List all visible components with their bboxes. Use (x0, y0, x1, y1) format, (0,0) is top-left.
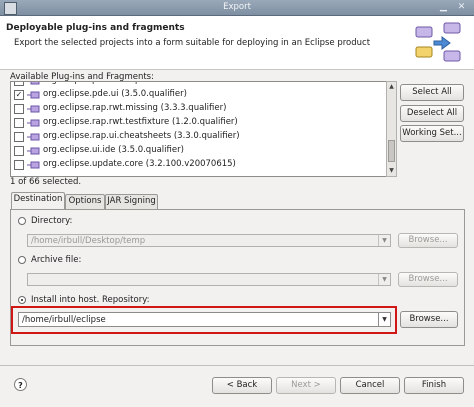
page-description: Export the selected projects into a form… (14, 38, 371, 48)
checkbox[interactable] (14, 82, 24, 86)
directory-value: /home/irbull/Desktop/temp (31, 236, 146, 246)
list-item[interactable]: org.eclipse.rap.ui.cheatsheets (3.3.0.qu… (14, 130, 374, 144)
title-bar: Export ▁ ✕ (0, 0, 474, 16)
help-icon[interactable]: ? (14, 378, 27, 391)
directory-browse-button[interactable]: Browse... (398, 233, 458, 248)
plugin-icon (27, 147, 40, 155)
repository-radio[interactable] (18, 296, 26, 304)
checkbox[interactable] (14, 118, 24, 128)
plugin-icon (27, 161, 40, 169)
list-item-label: org.eclipse.rap.ui.cheatsheets (3.3.0.qu… (43, 131, 240, 141)
plugin-icon (27, 119, 40, 127)
close-icon[interactable]: ✕ (456, 2, 467, 12)
list-item[interactable]: ✓ org.eclipse.pde.ui (3.5.0.qualifier) (14, 88, 374, 102)
plugin-export-icon (415, 22, 461, 62)
list-item-label: org.eclipse.rap.rwt.testfixture (1.2.0.q… (43, 117, 238, 127)
repository-label: Install into host. Repository: (31, 295, 150, 305)
plugin-icon (27, 133, 40, 141)
list-item[interactable]: org.eclipse.rap.rwt.missing (3.3.3.quali… (14, 102, 374, 116)
repository-browse-button[interactable]: Browse... (400, 311, 458, 328)
back-button[interactable]: < Back (212, 377, 272, 394)
next-button[interactable]: Next > (276, 377, 336, 394)
list-item[interactable]: org.eclipse.ui.ide (3.5.0.qualifier) (14, 144, 374, 158)
tab-options[interactable]: Options (65, 194, 105, 209)
select-all-button[interactable]: Select All (400, 84, 464, 101)
chevron-down-icon[interactable]: ▼ (378, 274, 390, 285)
checkbox[interactable] (14, 132, 24, 142)
deselect-all-button[interactable]: Deselect All (400, 105, 464, 122)
directory-combo[interactable]: /home/irbull/Desktop/temp ▼ (27, 234, 391, 247)
list-item-label: org.eclipse.pde.ui (3.5.0.qualifier) (43, 89, 187, 99)
wizard-header: Deployable plug-ins and fragments Export… (0, 16, 474, 70)
list-scrollbar[interactable]: ▲ ▼ (386, 81, 397, 177)
minimize-icon[interactable]: ▁ (438, 2, 449, 12)
page-title: Deployable plug-ins and fragments (6, 23, 185, 33)
plugin-icon (27, 105, 40, 113)
list-item-label: org.eclipse.rap.rwt.missing (3.3.3.quali… (43, 103, 227, 113)
archive-combo[interactable]: ▼ (27, 273, 391, 286)
footer-divider (0, 365, 474, 366)
checkbox-checked[interactable]: ✓ (14, 90, 24, 100)
list-item[interactable]: org.eclipse.update.core (3.2.100.v200706… (14, 158, 374, 172)
checkbox[interactable] (14, 104, 24, 114)
highlight-box (11, 306, 397, 334)
archive-label: Archive file: (31, 255, 82, 265)
scroll-down-icon[interactable]: ▼ (387, 166, 396, 175)
selection-count: 1 of 66 selected. (10, 177, 82, 187)
directory-radio[interactable] (18, 217, 26, 225)
tab-destination[interactable]: Destination (11, 192, 65, 210)
cancel-button[interactable]: Cancel (340, 377, 400, 394)
list-item[interactable]: org.eclipse.pde.core.qualifier (14, 82, 374, 88)
plugins-list[interactable]: org.eclipse.pde.core.qualifier ✓ org.ecl… (10, 81, 387, 177)
list-item[interactable]: org.eclipse.rap.rwt.testfixture (1.2.0.q… (14, 116, 374, 130)
directory-label: Directory: (31, 216, 73, 226)
tab-jar-signing[interactable]: JAR Signing (105, 194, 158, 209)
archive-browse-button[interactable]: Browse... (398, 272, 458, 287)
plugin-icon (30, 82, 40, 85)
scroll-thumb[interactable] (388, 140, 395, 162)
window-title: Export (223, 2, 251, 12)
finish-button[interactable]: Finish (404, 377, 464, 394)
working-set-button[interactable]: Working Set... (400, 125, 464, 142)
chevron-down-icon[interactable]: ▼ (378, 235, 390, 246)
scroll-up-icon[interactable]: ▲ (387, 82, 396, 91)
checkbox[interactable] (14, 146, 24, 156)
plugin-icon (27, 91, 40, 99)
archive-radio[interactable] (18, 256, 26, 264)
checkbox[interactable] (14, 160, 24, 170)
list-item-label: org.eclipse.ui.ide (3.5.0.qualifier) (43, 145, 184, 155)
list-item-label: org.eclipse.update.core (3.2.100.v200706… (43, 159, 236, 169)
